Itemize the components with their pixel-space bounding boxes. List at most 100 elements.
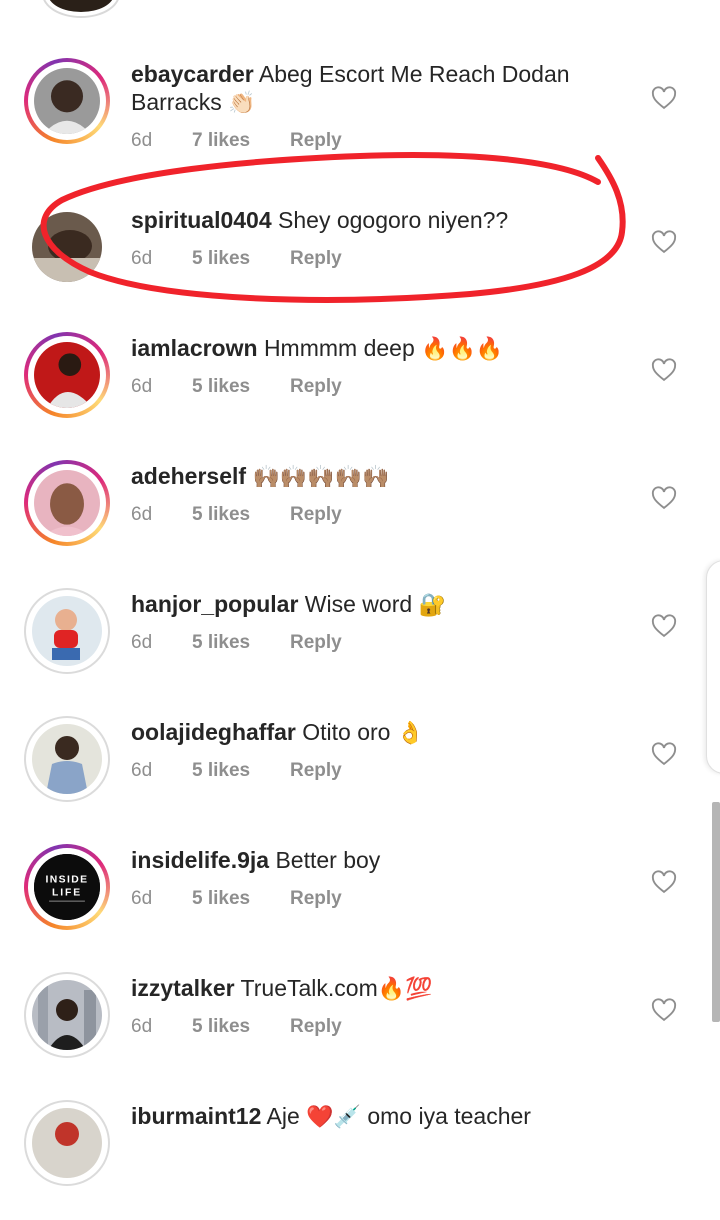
reply-button[interactable]: Reply [290,130,342,152]
heart-icon[interactable] [650,228,678,256]
previous-comment-avatar[interactable] [44,0,118,16]
heart-icon[interactable] [650,996,678,1024]
comment-text: iamlacrown Hmmmm deep 🔥🔥🔥 [131,334,621,364]
comment-username[interactable]: adeherself [131,463,246,489]
comment-emoji: 👏🏻 [228,91,256,116]
person-portrait-icon [34,68,100,134]
comment-username[interactable]: insidelife.9ja [131,847,269,873]
inside-life-line1: INSIDE [45,874,88,885]
comment-meta: 6d 5 likes Reply [131,248,342,270]
comment-meta: 6d 5 likes Reply [131,504,342,526]
comment-likes[interactable]: 5 likes [192,632,290,654]
avatar[interactable] [24,204,110,290]
comment-time: 6d [131,1016,153,1037]
child-portrait-icon [32,596,102,666]
heart-icon[interactable] [650,484,678,512]
avatar[interactable] [24,1100,110,1186]
heart-icon[interactable] [650,868,678,896]
avatar[interactable] [24,332,110,418]
reply-button[interactable]: Reply [290,248,342,270]
reply-button[interactable]: Reply [290,1016,342,1038]
avatar[interactable] [24,58,110,144]
avatar[interactable] [24,716,110,802]
comment-emoji: 🙌🏽🙌🏽🙌🏽🙌🏽🙌🏽 [252,465,390,490]
reply-button[interactable]: Reply [290,632,342,654]
comment-time: 6d [131,760,153,781]
comment-meta: 6d 5 likes Reply [131,760,342,782]
scrollbar[interactable] [712,802,720,1022]
person-portrait-icon [34,470,100,536]
person-portrait-icon [32,980,102,1050]
comment-text: ebaycarder Abeg Escort Me Reach Dodan Ba… [131,60,621,118]
comment-text: spiritual0404 Shey ogogoro niyen?? [131,206,621,234]
comment-row: adeherself 🙌🏽🙌🏽🙌🏽🙌🏽🙌🏽 6d 5 likes Reply [0,460,720,580]
comment-row: iburmaint12 Aje ❤️💉 omo iya teacher [0,1100,720,1220]
comment-time: 6d [131,130,153,151]
comment-meta: 6d 5 likes Reply [131,632,342,654]
heart-icon[interactable] [650,612,678,640]
comment-username[interactable]: hanjor_popular [131,591,298,617]
avatar[interactable]: INSIDE LIFE [24,844,110,930]
comment-row: spiritual0404 Shey ogogoro niyen?? 6d 5 … [0,204,720,324]
reply-button[interactable]: Reply [290,504,342,526]
comment-time: 6d [131,376,153,397]
comment-meta: 6d 5 likes Reply [131,888,342,910]
heart-icon[interactable] [650,84,678,112]
side-panel-edge [706,560,720,774]
comment-username[interactable]: iburmaint12 [131,1103,261,1129]
comment-emoji: ❤️💉 [306,1105,361,1130]
inside-life-line2: LIFE [52,887,82,898]
comment-text: izzytalker TrueTalk.com🔥💯 [131,974,621,1004]
avatar[interactable] [24,460,110,546]
comment-likes[interactable]: 7 likes [192,130,290,152]
person-portrait-icon [32,724,102,794]
comment-time: 6d [131,888,153,909]
reply-button[interactable]: Reply [290,888,342,910]
heart-icon[interactable] [650,740,678,768]
comment-likes[interactable]: 5 likes [192,888,290,910]
avatar[interactable] [24,972,110,1058]
comment-likes[interactable]: 5 likes [192,504,290,526]
comment-likes[interactable]: 5 likes [192,760,290,782]
person-portrait-icon [32,212,102,282]
comment-time: 6d [131,632,153,653]
comment-username[interactable]: izzytalker [131,975,235,1001]
person-portrait-icon [32,1108,102,1178]
comment-username[interactable]: ebaycarder [131,61,254,87]
comment-likes[interactable]: 5 likes [192,1016,290,1038]
comment-body: Aje [266,1103,300,1129]
reply-button[interactable]: Reply [290,760,342,782]
comment-emoji: 🔐 [418,593,446,618]
comment-username[interactable]: spiritual0404 [131,207,272,233]
person-portrait-icon [34,342,100,408]
comment-row: izzytalker TrueTalk.com🔥💯 6d 5 likes Rep… [0,972,720,1092]
inside-life-logo-icon: INSIDE LIFE [34,854,100,920]
comment-username[interactable]: oolajideghaffar [131,719,296,745]
comment-likes[interactable]: 5 likes [192,248,290,270]
comment-meta: 6d 5 likes Reply [131,376,342,398]
heart-icon[interactable] [650,356,678,384]
comment-username[interactable]: iamlacrown [131,335,258,361]
comment-body: Shey ogogoro niyen?? [278,207,509,233]
comment-emoji: 🔥🔥🔥 [421,337,504,362]
comment-text: oolajideghaffar Otito oro 👌 [131,718,621,748]
comment-body: Hmmmm deep [263,335,415,361]
comment-text: adeherself 🙌🏽🙌🏽🙌🏽🙌🏽🙌🏽 [131,462,621,492]
comment-body: TrueTalk.com [240,975,378,1001]
comment-likes[interactable]: 5 likes [192,376,290,398]
comment-meta: 6d 5 likes Reply [131,1016,342,1038]
reply-button[interactable]: Reply [290,376,342,398]
comment-text: hanjor_popular Wise word 🔐 [131,590,621,620]
comment-row: iamlacrown Hmmmm deep 🔥🔥🔥 6d 5 likes Rep… [0,332,720,452]
comment-time: 6d [131,248,153,269]
avatar[interactable] [24,588,110,674]
comment-time: 6d [131,504,153,525]
comment-text: insidelife.9ja Better boy [131,846,621,874]
comment-row: INSIDE LIFE insidelife.9ja Better boy 6d… [0,844,720,964]
comment-text: iburmaint12 Aje ❤️💉 omo iya teacher [131,1102,621,1132]
comment-body: Otito oro [302,719,391,745]
comment-body: Better boy [275,847,381,873]
comment-row: hanjor_popular Wise word 🔐 6d 5 likes Re… [0,588,720,708]
comment-body-continued: omo iya teacher [367,1103,531,1129]
comment-meta: 6d 7 likes Reply [131,130,342,152]
